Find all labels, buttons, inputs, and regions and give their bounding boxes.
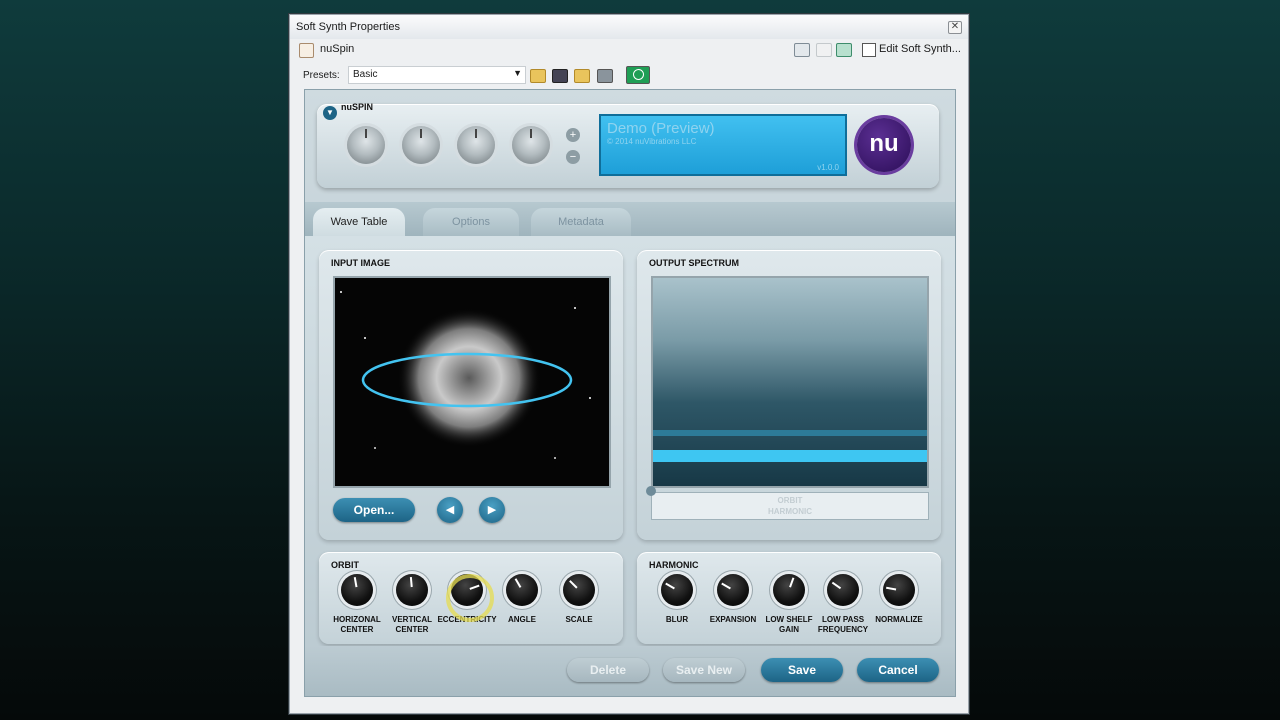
tab-bar: Wave Table Options Metadata	[305, 202, 955, 236]
knob-indicator	[409, 576, 413, 588]
orbit-panel: ORBIT HORIZONAL CENTER VERTICAL CENTER ECC…	[319, 552, 623, 644]
title-bar: Soft Synth Properties ✕	[290, 15, 968, 39]
knob-indicator	[665, 582, 675, 590]
harmonic-panel: HARMONIC BLUR EXPANSION LOW SHELF GAIN LO…	[637, 552, 941, 644]
cancel-button[interactable]: Cancel	[857, 658, 939, 682]
macro-knob-1[interactable]	[347, 126, 385, 164]
nuspin-module-header: ▼ nuSPIN + − Demo (Preview) © 2014 nuVib…	[317, 102, 939, 188]
normalize-label: NORMALIZE	[875, 615, 923, 624]
edit-soft-synth-button[interactable]: Edit Soft Synth...	[879, 43, 961, 55]
screen-title: Demo (Preview)	[607, 120, 715, 137]
knob-indicator	[831, 581, 842, 590]
plugin-bar: nuSpin Edit Soft Synth...	[290, 39, 968, 61]
low-pass-frequency-label-line1: LOW PASS	[821, 615, 865, 624]
input-image-canvas[interactable]	[333, 276, 611, 488]
scale-label: SCALE	[565, 615, 593, 624]
knob-indicator	[353, 577, 358, 588]
angle-knob[interactable]	[506, 574, 538, 606]
power-symbol-icon	[633, 69, 644, 80]
tab-wave-table[interactable]: Wave Table	[313, 208, 405, 236]
synth-panel: ▼ nuSPIN + − Demo (Preview) © 2014 nuVib…	[304, 89, 956, 697]
open-folder-icon[interactable]	[530, 69, 546, 83]
save-new-button[interactable]: Save New	[663, 658, 745, 682]
expansion-knob[interactable]	[717, 574, 749, 606]
plugin-name: nuSpin	[320, 43, 355, 55]
plugin-edit-icon[interactable]	[862, 43, 876, 57]
vertical-center-label-line1: VERTICAL	[392, 615, 432, 624]
knob-indicator	[789, 577, 795, 588]
output-spectrum-display	[651, 276, 929, 488]
presets-dropdown[interactable]: Basic ▼	[348, 66, 526, 84]
low-shelf-gain-label-line2: GAIN	[779, 625, 799, 634]
save-button[interactable]: Save	[761, 658, 843, 682]
macro-knob-2[interactable]	[402, 126, 440, 164]
low-shelf-gain-knob[interactable]	[773, 574, 805, 606]
wave-table-content: INPUT IMAGE Open... ◀ ▶ OUTPUT SPECTRUM …	[305, 236, 955, 646]
harmonic-title: HARMONIC	[649, 560, 699, 570]
output-spectrum-panel: OUTPUT SPECTRUM ORBIT HARMONIC	[637, 250, 941, 540]
vertical-center-label-line2: CENTER	[395, 625, 429, 634]
save-preset-icon[interactable]	[552, 69, 568, 83]
import-preset-icon[interactable]	[574, 69, 590, 83]
nu-logo: nu	[857, 118, 911, 172]
mixer-icon[interactable]	[836, 43, 852, 57]
power-toggle-icon[interactable]	[626, 66, 650, 84]
screen-copyright: © 2014 nuVibrations LLC	[607, 137, 697, 146]
nebula-glow	[397, 308, 541, 448]
normalize-knob[interactable]	[883, 574, 915, 606]
low-pass-frequency-label-line2: FREQUENCY	[817, 625, 869, 634]
macro-knob-3[interactable]	[457, 126, 495, 164]
chevron-down-icon: ▼	[513, 68, 522, 78]
tab-metadata[interactable]: Metadata	[531, 208, 631, 236]
minus-button[interactable]: −	[566, 150, 580, 164]
vertical-center-knob[interactable]	[396, 574, 428, 606]
cursor-highlight-ring	[446, 574, 494, 622]
orbit-title: ORBIT	[331, 560, 359, 570]
screen-version: v1.0.0	[817, 163, 839, 172]
export-preset-icon[interactable]	[597, 69, 613, 83]
presets-label: Presets:	[303, 70, 340, 81]
plus-button[interactable]: +	[566, 128, 580, 142]
macro-knob-4[interactable]	[512, 126, 550, 164]
open-image-button[interactable]: Open...	[333, 498, 415, 522]
slider-label-orbit: ORBIT	[777, 496, 803, 505]
spectrum-band-dim	[653, 430, 927, 436]
previous-image-button[interactable]: ◀	[437, 497, 463, 523]
knob-indicator	[886, 586, 897, 591]
route-icon[interactable]	[794, 43, 810, 57]
footer-bar: Delete Save New Save Cancel	[305, 646, 955, 696]
orbit-harmonic-slider[interactable]: ORBIT HARMONIC	[651, 492, 929, 520]
window-title: Soft Synth Properties	[296, 21, 400, 33]
scale-knob[interactable]	[563, 574, 595, 606]
spectrum-band-bright	[653, 450, 927, 462]
knob-indicator	[721, 582, 731, 590]
slider-label-harmonic: HARMONIC	[768, 507, 812, 516]
nebula-image	[340, 291, 591, 459]
knob-indicator	[514, 578, 522, 588]
plugin-icon	[299, 43, 314, 58]
horizontal-center-label-line2: CENTER	[340, 625, 374, 634]
input-image-panel: INPUT IMAGE Open... ◀ ▶	[319, 250, 623, 540]
presets-bar: Presets: Basic ▼	[290, 63, 968, 87]
collapse-toggle-icon[interactable]: ▼	[323, 106, 337, 120]
knob-indicator	[569, 580, 578, 589]
presets-value: Basic	[353, 69, 378, 80]
horizontal-center-knob[interactable]	[341, 574, 373, 606]
next-image-button[interactable]: ▶	[479, 497, 505, 523]
soft-synth-properties-window: Soft Synth Properties ✕ nuSpin Edit Soft…	[289, 14, 969, 714]
output-spectrum-title: OUTPUT SPECTRUM	[649, 258, 739, 268]
blur-knob[interactable]	[661, 574, 693, 606]
delete-button[interactable]: Delete	[567, 658, 649, 682]
close-button[interactable]: ✕	[948, 21, 962, 34]
horizontal-center-label-line1: HORIZONAL	[333, 615, 381, 624]
input-image-title: INPUT IMAGE	[331, 258, 391, 268]
nu-logo-text: nu	[869, 130, 899, 157]
low-pass-frequency-knob[interactable]	[827, 574, 859, 606]
slider-thumb[interactable]	[646, 486, 656, 496]
module-name: nuSPIN	[341, 102, 374, 112]
link-icon[interactable]	[816, 43, 832, 57]
preset-display-screen: Demo (Preview) © 2014 nuVibrations LLC v…	[599, 114, 847, 176]
tab-options[interactable]: Options	[423, 208, 519, 236]
low-shelf-gain-label-line1: LOW SHELF	[765, 615, 813, 624]
